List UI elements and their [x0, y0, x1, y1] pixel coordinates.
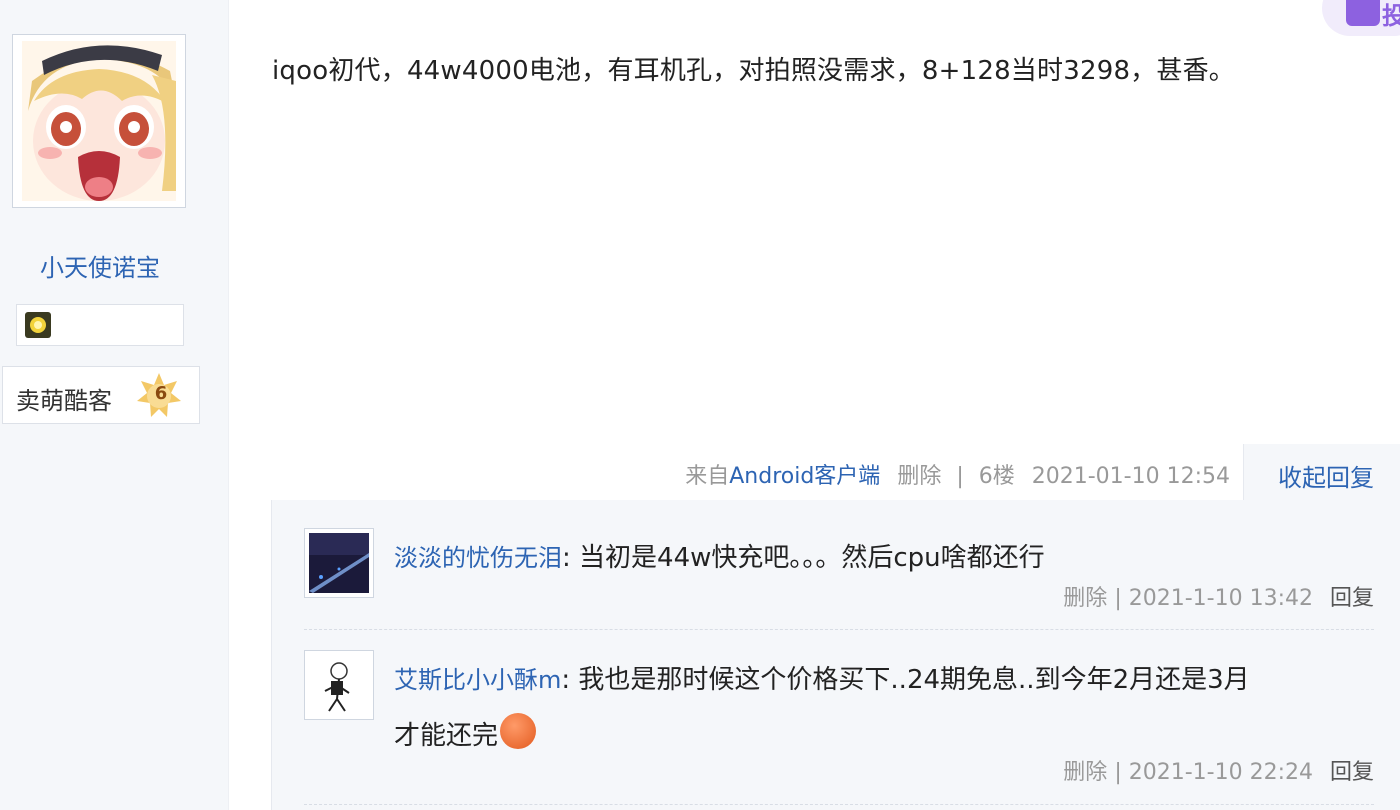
comment-text: 当初是44w快充吧。。。然后cpu啥都还行 — [579, 543, 1045, 573]
source-client-link[interactable]: Android客户端 — [729, 464, 880, 489]
post-content: iqoo初代，44w4000电池，有耳机孔，对拍照没需求，8+128当时3298… — [272, 56, 1235, 86]
hand-icon — [1346, 0, 1380, 26]
commenter-avatar[interactable] — [304, 528, 374, 598]
post-tail: 来自Android客户端 删除 | 6楼 2021-01-10 12:54 — [685, 458, 1230, 490]
commenter-name[interactable]: 艾斯比小小酥m — [394, 666, 561, 694]
author-panel: 小天使诺宝 卖萌酷客 6 — [0, 0, 229, 810]
collapse-replies-label[interactable]: 收起回复 — [1278, 458, 1374, 493]
reply-link[interactable]: 回复 — [1330, 760, 1374, 785]
corner-tag-text: 投 — [1382, 2, 1400, 30]
divider: | — [956, 464, 964, 489]
comment-item: 淡淡的忧伤无泪: 当初是44w快充吧。。。然后cpu啥都还行 删除 | 2021… — [304, 528, 1374, 648]
commenter-name[interactable]: 淡淡的忧伤无泪 — [394, 544, 562, 572]
avatar-image — [22, 41, 176, 201]
delete-link[interactable]: 删除 — [1063, 586, 1107, 611]
comment-divider — [304, 804, 1374, 805]
name-separator: : — [562, 543, 571, 573]
comments-list: 淡淡的忧伤无泪: 当初是44w快充吧。。。然后cpu啥都还行 删除 | 2021… — [271, 500, 1400, 810]
comment-body: 淡淡的忧伤无泪: 当初是44w快充吧。。。然后cpu啥都还行 — [394, 530, 1374, 586]
author-avatar[interactable] — [12, 34, 186, 208]
post-datetime: 2021-01-10 12:54 — [1031, 464, 1230, 489]
grin-emoji-icon — [500, 712, 537, 749]
level-badge-box[interactable] — [16, 304, 184, 346]
user-title-box: 卖萌酷客 6 — [2, 366, 200, 424]
avatar-image — [309, 655, 369, 715]
delete-link[interactable]: 删除 — [897, 464, 941, 489]
avatar-image — [309, 533, 369, 593]
comment-meta: 删除 | 2021-1-10 13:42 回复 — [1063, 580, 1374, 612]
delete-link[interactable]: 删除 — [1063, 760, 1107, 785]
user-title-label: 卖萌酷客 — [16, 387, 112, 415]
comment-item: 艾斯比小小酥m: 我也是那时候这个价格买下..24期免息..到今年2月还是3月才… — [304, 650, 1374, 800]
author-name[interactable]: 小天使诺宝 — [0, 248, 200, 283]
name-separator: : — [561, 665, 571, 695]
level-number: 6 — [154, 383, 168, 404]
commenter-avatar[interactable] — [304, 650, 374, 720]
floor-number: 6楼 — [978, 464, 1015, 489]
divider: | — [1114, 586, 1122, 611]
collapse-replies-tab[interactable]: 收起回复 — [1243, 444, 1400, 502]
source-prefix: 来自 — [685, 464, 730, 489]
comment-datetime: 2021-1-10 22:24 — [1128, 760, 1313, 785]
divider: | — [1114, 760, 1122, 785]
comment-divider — [304, 629, 1374, 630]
level-icon — [25, 312, 51, 338]
reply-link[interactable]: 回复 — [1330, 586, 1374, 611]
comment-datetime: 2021-1-10 13:42 — [1128, 586, 1313, 611]
comment-meta: 删除 | 2021-1-10 22:24 回复 — [1063, 754, 1374, 786]
comment-body: 艾斯比小小酥m: 我也是那时候这个价格买下..24期免息..到今年2月还是3月才… — [394, 652, 1274, 764]
